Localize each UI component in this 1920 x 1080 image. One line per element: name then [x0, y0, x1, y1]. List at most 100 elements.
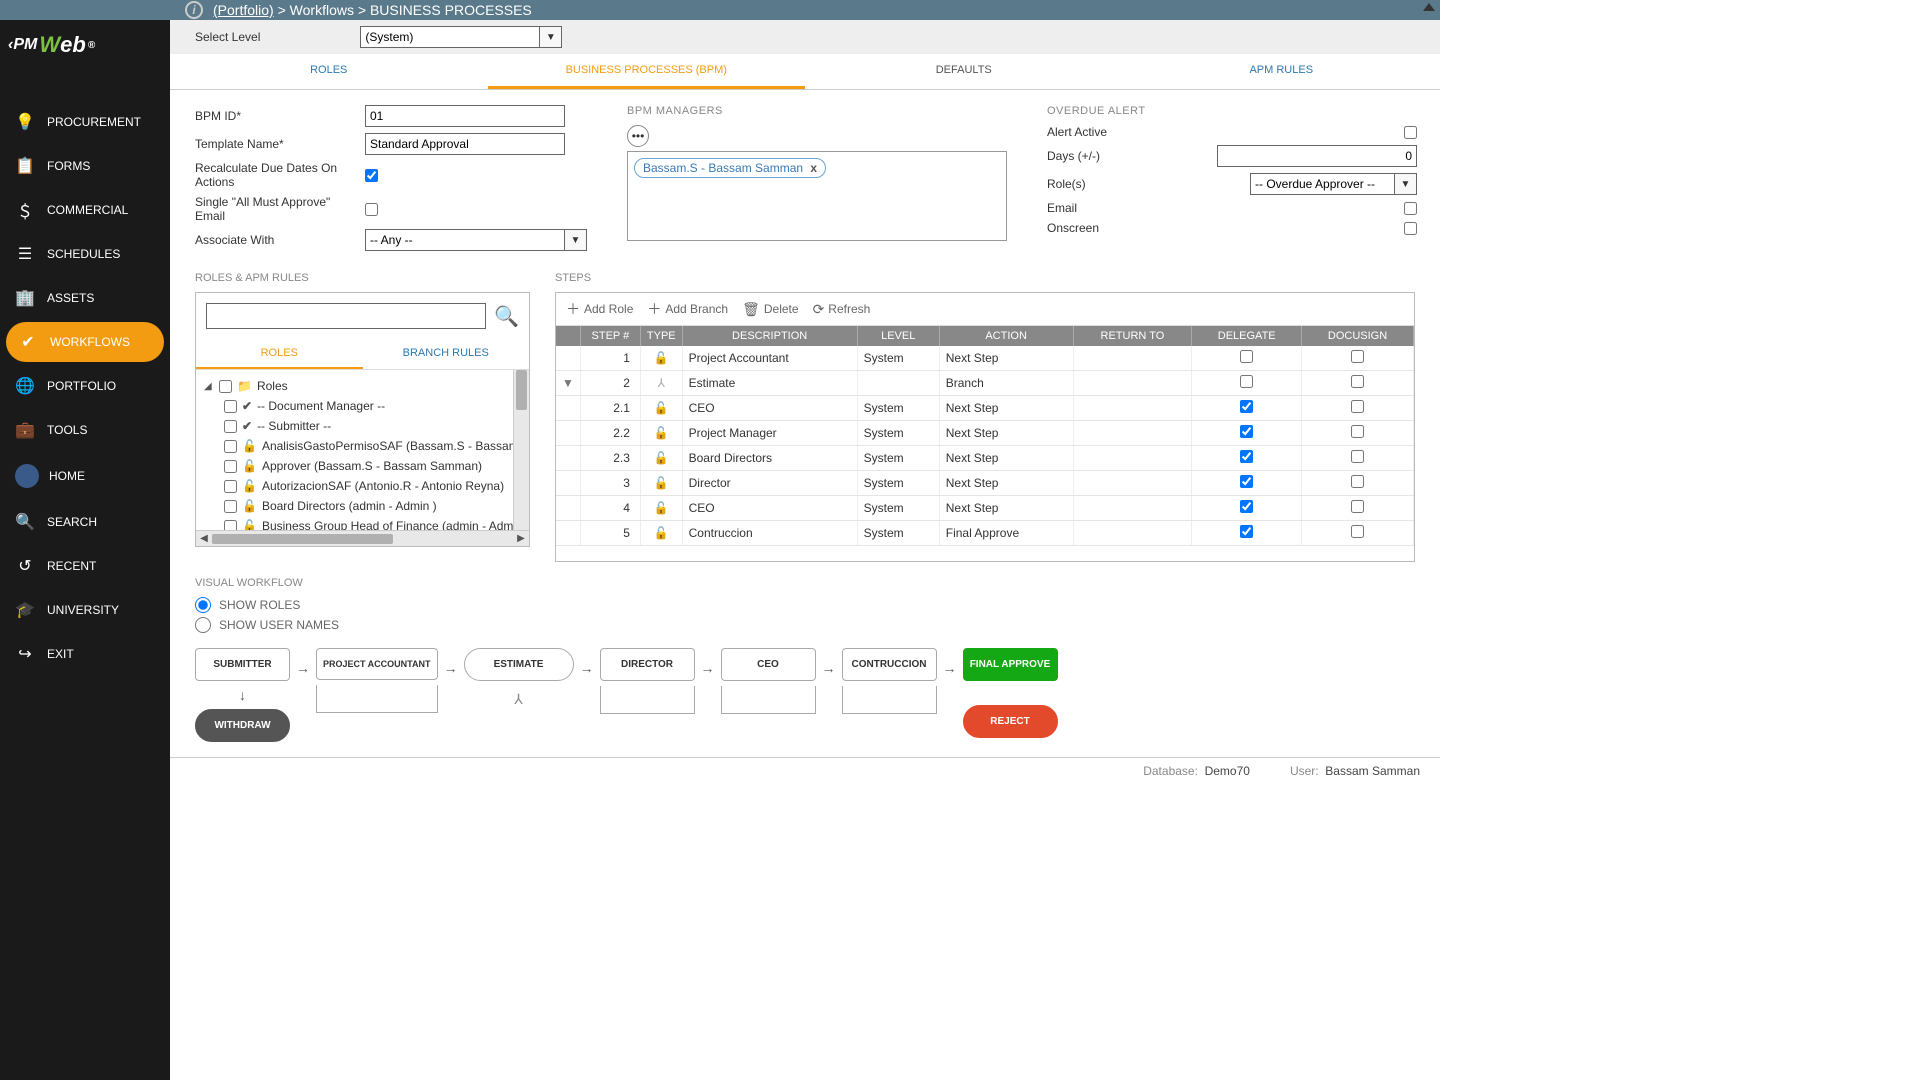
recalc-checkbox[interactable]	[365, 169, 378, 182]
delete-button[interactable]: 🗑Delete	[742, 299, 798, 319]
table-row[interactable]: 2.1🔓CEOSystemNext Step	[556, 396, 1414, 421]
roles-select[interactable]	[1250, 173, 1395, 195]
nav-search[interactable]: 🔍SEARCH	[0, 500, 170, 544]
docusign-checkbox[interactable]	[1351, 375, 1364, 388]
nav-procurement[interactable]: 💡PROCUREMENT	[0, 100, 170, 144]
tree-item[interactable]: Approver (Bassam.S - Bassam Samman)	[262, 459, 482, 473]
node-ceo[interactable]: CEO	[721, 648, 816, 681]
node-estimate[interactable]: ESTIMATE	[464, 648, 574, 681]
tab-defaults[interactable]: DEFAULTS	[805, 54, 1123, 89]
table-row[interactable]: 2.2🔓Project ManagerSystemNext Step	[556, 421, 1414, 446]
delegate-checkbox[interactable]	[1240, 500, 1253, 513]
nav-commercial[interactable]: ＄COMMERCIAL	[0, 188, 170, 232]
tree-checkbox[interactable]	[224, 520, 237, 531]
info-icon[interactable]: i	[185, 1, 203, 19]
tree-item[interactable]: -- Document Manager --	[257, 399, 385, 413]
table-row[interactable]: 3🔓DirectorSystemNext Step	[556, 471, 1414, 496]
onscreen-checkbox[interactable]	[1404, 222, 1417, 235]
nav-forms[interactable]: 📋FORMS	[0, 144, 170, 188]
delegate-checkbox[interactable]	[1240, 375, 1253, 388]
delegate-checkbox[interactable]	[1240, 425, 1253, 438]
table-row[interactable]: ▼2⅄EstimateBranch	[556, 371, 1414, 396]
single-checkbox[interactable]	[365, 203, 378, 216]
table-row[interactable]: 1🔓Project AccountantSystemNext Step	[556, 346, 1414, 371]
node-reject[interactable]: REJECT	[963, 705, 1058, 738]
tree-item[interactable]: AutorizacionSAF (Antonio.R - Antonio Rey…	[262, 479, 504, 493]
tab-apm[interactable]: APM RULES	[1123, 54, 1441, 89]
node-contruccion[interactable]: CONTRUCCION	[842, 648, 937, 681]
nav-university[interactable]: 🎓UNIVERSITY	[0, 588, 170, 632]
docusign-checkbox[interactable]	[1351, 450, 1364, 463]
breadcrumb-portfolio[interactable]: (Portfolio)	[213, 2, 274, 18]
docusign-checkbox[interactable]	[1351, 525, 1364, 538]
tree-checkbox[interactable]	[224, 440, 237, 453]
bpm-id-input[interactable]	[365, 105, 565, 127]
delegate-checkbox[interactable]	[1240, 400, 1253, 413]
tree-checkbox[interactable]	[224, 420, 237, 433]
horizontal-scrollbar[interactable]: ◀▶	[196, 530, 529, 546]
table-row[interactable]: 2.3🔓Board DirectorsSystemNext Step	[556, 446, 1414, 471]
nav-workflows[interactable]: ✔WORKFLOWS	[6, 322, 164, 362]
node-final-approve[interactable]: FINAL APPROVE	[963, 648, 1058, 681]
search-icon: 🔍	[15, 512, 35, 532]
tab-roles[interactable]: ROLES	[170, 54, 488, 89]
tree-checkbox[interactable]	[224, 480, 237, 493]
chevron-down-icon[interactable]: ▼	[540, 26, 562, 48]
docusign-checkbox[interactable]	[1351, 400, 1364, 413]
nav-exit[interactable]: ↪EXIT	[0, 632, 170, 676]
delegate-checkbox[interactable]	[1240, 350, 1253, 363]
node-withdraw[interactable]: WITHDRAW	[195, 709, 290, 742]
node-director[interactable]: DIRECTOR	[600, 648, 695, 681]
node-submitter[interactable]: SUBMITTER	[195, 648, 290, 681]
show-roles-radio[interactable]	[195, 597, 211, 613]
tree-item[interactable]: -- Submitter --	[257, 419, 331, 433]
nav-home[interactable]: HOME	[0, 452, 170, 500]
nav-portfolio[interactable]: 🌐PORTFOLIO	[0, 364, 170, 408]
docusign-checkbox[interactable]	[1351, 350, 1364, 363]
add-role-button[interactable]: ＋Add Role	[566, 299, 633, 319]
tree-checkbox[interactable]	[224, 500, 237, 513]
days-input[interactable]	[1217, 145, 1417, 167]
show-users-radio[interactable]	[195, 617, 211, 633]
assoc-select[interactable]	[365, 229, 565, 251]
delegate-checkbox[interactable]	[1240, 525, 1253, 538]
nav-recent[interactable]: ↺RECENT	[0, 544, 170, 588]
nav-tools[interactable]: 💼TOOLS	[0, 408, 170, 452]
nav-schedules[interactable]: ☰SCHEDULES	[0, 232, 170, 276]
add-branch-button[interactable]: ＋Add Branch	[647, 299, 728, 319]
level-select[interactable]	[360, 26, 540, 48]
tree-checkbox[interactable]	[224, 400, 237, 413]
more-icon[interactable]: •••	[627, 125, 649, 147]
docusign-checkbox[interactable]	[1351, 425, 1364, 438]
tree-checkbox[interactable]	[219, 380, 232, 393]
tree-item[interactable]: AnalisisGastoPermisoSAF (Bassam.S - Bass…	[262, 439, 513, 453]
search-icon[interactable]: 🔍	[494, 304, 519, 329]
table-row[interactable]: 5🔓ContruccionSystemFinal Approve	[556, 521, 1414, 546]
vertical-scrollbar[interactable]	[513, 370, 529, 530]
chip-remove-icon[interactable]: x	[810, 161, 817, 175]
collapse-icon[interactable]: ◢	[204, 381, 214, 392]
docusign-checkbox[interactable]	[1351, 475, 1364, 488]
roles-search-input[interactable]	[206, 303, 486, 329]
delegate-checkbox[interactable]	[1240, 475, 1253, 488]
subtab-roles[interactable]: ROLES	[196, 339, 363, 369]
node-pa[interactable]: PROJECT ACCOUNTANT	[316, 648, 438, 680]
chevron-down-icon[interactable]: ▼	[1395, 173, 1417, 195]
roles-tree[interactable]: ◢📁Roles ✔-- Document Manager -- ✔-- Subm…	[196, 370, 513, 530]
tree-item[interactable]: Business Group Head of Finance (admin - …	[262, 519, 513, 530]
nav-assets[interactable]: 🏢ASSETS	[0, 276, 170, 320]
email-checkbox[interactable]	[1404, 202, 1417, 215]
chevron-down-icon[interactable]: ▼	[565, 229, 587, 251]
template-input[interactable]	[365, 133, 565, 155]
managers-box[interactable]: Bassam.S - Bassam Samman x	[627, 151, 1007, 241]
delegate-checkbox[interactable]	[1240, 450, 1253, 463]
subtab-branch[interactable]: BRANCH RULES	[363, 339, 530, 369]
tree-checkbox[interactable]	[224, 460, 237, 473]
scroll-up-icon[interactable]	[1423, 3, 1435, 11]
alert-active-checkbox[interactable]	[1404, 126, 1417, 139]
refresh-button[interactable]: ⟳Refresh	[813, 299, 871, 319]
tab-bpm[interactable]: BUSINESS PROCESSES (BPM)	[488, 54, 806, 89]
table-row[interactable]: 4🔓CEOSystemNext Step	[556, 496, 1414, 521]
docusign-checkbox[interactable]	[1351, 500, 1364, 513]
tree-item[interactable]: Board Directors (admin - Admin )	[262, 499, 437, 513]
